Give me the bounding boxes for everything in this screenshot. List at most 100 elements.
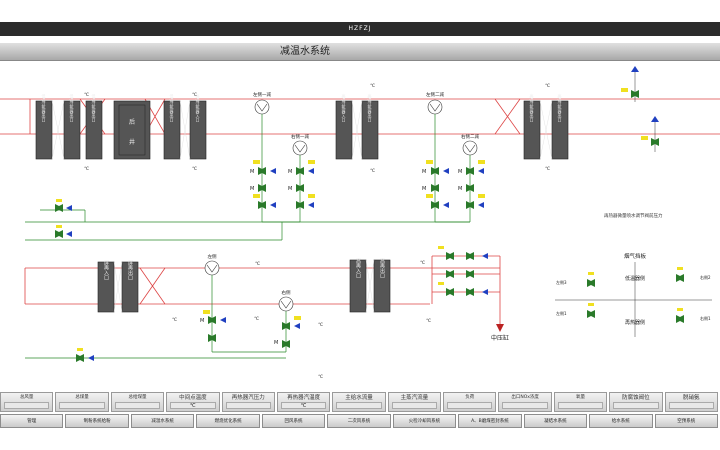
- app-title-bar: HZFZJ: [0, 22, 720, 36]
- valve-cluster-left1[interactable]: M M: [250, 160, 276, 209]
- svg-text:℃: ℃: [426, 318, 431, 324]
- nav-button[interactable]: 燃烧优化系统: [196, 414, 260, 428]
- svg-text:M: M: [458, 169, 462, 175]
- upper-steam-pipe: [0, 98, 720, 135]
- valve-inlet-lower[interactable]: [55, 225, 72, 238]
- valve-cluster-right2[interactable]: M M: [458, 160, 485, 209]
- valve-cluster-re-right[interactable]: M: [274, 316, 301, 348]
- stat-box: 主蒸汽流量: [387, 392, 442, 412]
- svg-text:℃: ℃: [254, 316, 259, 322]
- page-title-bar: 减温水系统: [0, 43, 720, 61]
- box-l3: 高再入口: [349, 257, 367, 313]
- stat-box: 总给煤量: [110, 392, 165, 412]
- damper-left-top: 左侧3: [556, 279, 567, 285]
- box-u10: 高温过热器出口: [551, 93, 569, 160]
- nav-button[interactable]: A、B磨煤密封系统: [458, 414, 522, 428]
- separator-char2: 井: [129, 138, 135, 146]
- damper-panel: 烟气挡板 低温器侧 再热器侧 左侧3 右侧2 左侧1 右侧1: [555, 252, 712, 337]
- nav-button[interactable]: 火检冷却风系统: [392, 414, 457, 428]
- stat-value: ℃: [280, 402, 327, 409]
- valve-inlet-re[interactable]: [76, 348, 94, 362]
- box-u9: 高温过热器出口: [523, 93, 541, 160]
- spray-right1[interactable]: 右侧一减: [291, 133, 309, 156]
- stat-label: 防腐蚀阀位: [622, 395, 650, 401]
- nav-button[interactable]: 回风系统: [261, 414, 326, 428]
- box-l1-label: 屏再入口: [103, 260, 109, 281]
- svg-text:℃: ℃: [318, 374, 323, 380]
- stat-label: 再热器汽温度: [287, 395, 321, 401]
- box-u7: 高温过热器入口: [335, 93, 353, 160]
- lower-reheat-pipe: [24, 255, 501, 324]
- spray-left2[interactable]: 左侧二减: [426, 91, 444, 115]
- box-l1: 屏再入口: [97, 260, 115, 313]
- process-diagram: 低温过热器出口 低温过热器出口 低温过热器出口 后井 低温过热器出口 高温过热器…: [0, 62, 720, 392]
- stat-box: 中间点温度 ℃: [166, 392, 220, 412]
- stat-value: [502, 402, 548, 409]
- stat-box: 主给水流量: [332, 392, 386, 412]
- spray-right2-label: 右侧二减: [461, 133, 479, 140]
- stat-box: 总风量: [0, 392, 54, 412]
- stat-label: 再热器汽压力: [231, 395, 265, 401]
- svg-text:℃: ℃: [370, 168, 375, 174]
- spray-left1[interactable]: 左侧一减: [253, 91, 271, 115]
- damper-header: 烟气挡板: [624, 252, 647, 260]
- nav-button[interactable]: 空预系统: [654, 414, 718, 428]
- nav-button[interactable]: 减温水系统: [130, 414, 195, 428]
- spray-right-re[interactable]: 右侧: [278, 289, 294, 312]
- stat-box: 氧量: [553, 392, 608, 412]
- valve-cluster-left2[interactable]: M M: [422, 160, 449, 209]
- separator-char1: 后: [129, 118, 135, 126]
- stat-value: [391, 402, 438, 409]
- spray-left-re[interactable]: 左侧: [204, 253, 220, 276]
- stat-value: [59, 402, 105, 409]
- svg-text:℃: ℃: [192, 166, 197, 172]
- box-u3-label: 低温过热器出口: [92, 93, 97, 123]
- box-u10-label: 高温过热器出口: [558, 93, 563, 123]
- svg-text:℃: ℃: [420, 260, 425, 266]
- box-l2-label: 屏再出口: [127, 260, 133, 281]
- box-u1-label: 低温过热器出口: [42, 93, 47, 123]
- spray-left-re-label: 左侧: [208, 253, 217, 260]
- stat-value: [447, 402, 493, 409]
- spray-right2[interactable]: 右侧二减: [461, 133, 479, 156]
- box-u8-label: 高温过热器出口: [368, 93, 373, 123]
- stat-value: [668, 402, 714, 409]
- stat-label: 总风量: [19, 395, 34, 400]
- svg-text:℃: ℃: [172, 317, 177, 323]
- box-l4-label: 高再出口: [379, 257, 385, 279]
- box-u7-label: 高温过热器入口: [342, 93, 347, 123]
- stat-value: [557, 402, 604, 409]
- svg-text:℃: ℃: [545, 83, 550, 89]
- nav-button[interactable]: 凝结水系统: [523, 414, 588, 428]
- stat-value: [336, 402, 382, 409]
- box-l3-label: 高再入口: [355, 257, 361, 279]
- bottom-status-panel: 总风量 总煤量 总给煤量 中间点温度 ℃ 再热器汽压力 再热器汽温度 ℃ 主给水流量 主蒸汽流量负…: [0, 392, 720, 432]
- stat-label: 中间点温度: [179, 395, 207, 401]
- svg-text:M: M: [288, 169, 292, 175]
- outlet-label: 中压缸: [491, 334, 509, 342]
- spray-left1-label: 左侧一减: [253, 91, 271, 98]
- svg-text:M: M: [458, 186, 462, 192]
- spray-water-pipes-lower: [25, 275, 287, 359]
- valve-cluster-right1[interactable]: M M: [288, 160, 315, 209]
- right-panel-note: 再热器微量喷水调节阀前压力: [604, 212, 663, 219]
- svg-text:℃: ℃: [318, 322, 323, 328]
- valve-cluster-re-left[interactable]: M: [200, 310, 226, 342]
- page-title: 减温水系统: [280, 46, 330, 57]
- valve-right-top[interactable]: [621, 66, 639, 102]
- svg-text:M: M: [422, 169, 426, 175]
- svg-text:M: M: [288, 186, 292, 192]
- stat-value: [114, 402, 161, 409]
- stat-box: 负荷: [443, 392, 497, 412]
- nav-button[interactable]: 制粉系统给粉: [65, 414, 129, 428]
- stat-value: ℃: [170, 402, 216, 409]
- valves-reheat-outlet[interactable]: [438, 246, 488, 296]
- stat-label: 负荷: [465, 395, 475, 400]
- stat-value: [613, 402, 659, 409]
- nav-button[interactable]: 管理: [0, 414, 64, 428]
- box-l4: 高再出口: [373, 257, 391, 313]
- box-u5-label: 低温过热器出口: [170, 93, 175, 123]
- nav-button[interactable]: 给水系统: [589, 414, 653, 428]
- nav-button[interactable]: 二次风系统: [327, 414, 391, 428]
- box-u1: 低温过热器出口: [35, 93, 53, 160]
